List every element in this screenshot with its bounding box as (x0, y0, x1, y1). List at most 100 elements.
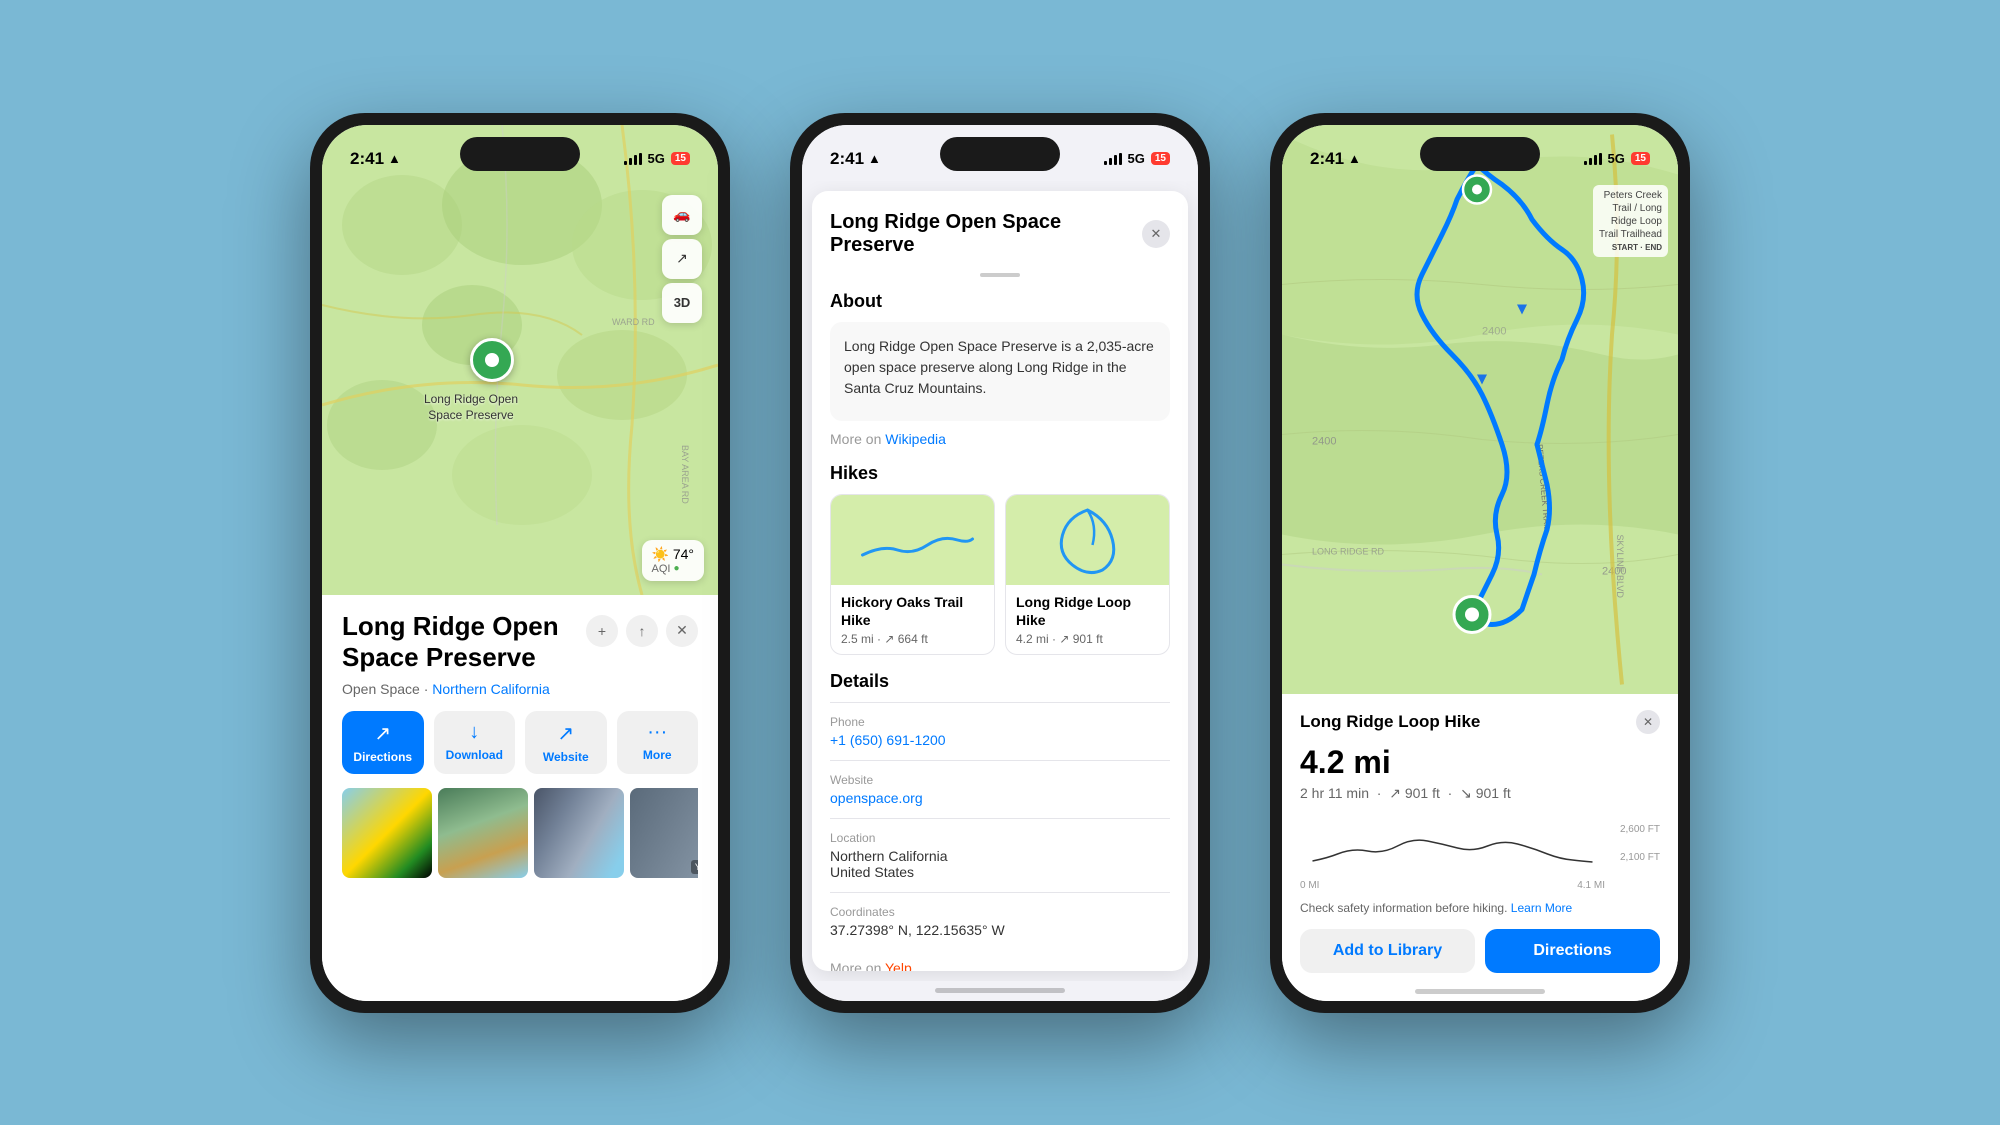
dynamic-island-3 (1420, 137, 1540, 171)
place-title-1: Long Ridge OpenSpace Preserve (342, 611, 586, 673)
details-heading: Details (830, 671, 1170, 692)
safety-note: Check safety information before hiking. … (1300, 901, 1660, 915)
hike-stats-1: 2.5 mi · ↗ 664 ft (841, 632, 984, 646)
download-btn[interactable]: ↓ Download (434, 711, 516, 774)
about-description: Long Ridge Open Space Preserve is a 2,03… (844, 336, 1156, 399)
panel-icons-1[interactable]: + ↑ ✕ (586, 615, 698, 647)
hikes-heading: Hikes (830, 463, 1170, 484)
photo-2[interactable] (438, 788, 528, 878)
place-subtitle-1: Open Space · Northern California (342, 681, 698, 697)
more-btn[interactable]: ··· More (617, 711, 699, 774)
hikes-grid: Hickory Oaks Trail Hike 2.5 mi · ↗ 664 f… (830, 494, 1170, 655)
phones-container: 2:41 ▲ 5G 15 (310, 113, 1690, 1013)
hike-info-1: Hickory Oaks Trail Hike 2.5 mi · ↗ 664 f… (831, 585, 994, 654)
photos-row: Yelp (342, 788, 698, 878)
close-btn-1[interactable]: ✕ (666, 615, 698, 647)
map-svg-1: BAY AREA RD WARD RD (322, 125, 718, 595)
elevation-chart: 2,600 FT2,100 FT (1300, 816, 1660, 876)
add-to-library-btn[interactable]: Add to Library (1300, 929, 1475, 973)
peters-creek-label: Peters CreekTrail / LongRidge LoopTrail … (1593, 185, 1668, 257)
website-btn[interactable]: ↗ Website (525, 711, 607, 774)
hike-map-1 (831, 495, 994, 585)
hike-card-2[interactable]: Long Ridge Loop Hike 4.2 mi · ↗ 901 ft (1005, 494, 1170, 655)
hike-name-1: Hickory Oaks Trail Hike (841, 593, 984, 629)
home-indicator-2 (802, 981, 1198, 1001)
hike-directions-btn[interactable]: Directions (1485, 929, 1660, 973)
svg-text:SKYLINE BLVD: SKYLINE BLVD (1615, 534, 1625, 598)
photo-1[interactable] (342, 788, 432, 878)
more-icon: ··· (647, 721, 667, 744)
hike-panel-header: Long Ridge Loop Hike ✕ (1300, 710, 1660, 734)
svg-text:WARD RD: WARD RD (612, 317, 655, 327)
hike-actions: Add to Library Directions (1300, 929, 1660, 973)
about-heading: About (830, 291, 1170, 312)
dynamic-island-1 (460, 137, 580, 171)
battery-2: 15 (1151, 152, 1170, 165)
scroll-indicator (980, 273, 1020, 277)
svg-text:2400: 2400 (1482, 325, 1506, 337)
weather-badge: ☀️ 74° AQI ● (642, 540, 705, 581)
learn-more-link[interactable]: Learn More (1511, 901, 1572, 915)
phone-3: 2:41 ▲ 5G 15 (1270, 113, 1690, 1013)
details-section: Details Phone +1 (650) 691-1200 Website … (830, 671, 1170, 971)
hike-map-2 (1006, 495, 1169, 585)
hike-name-2: Long Ridge Loop Hike (1016, 593, 1159, 629)
location-pin-1 (470, 338, 514, 382)
phone-2: 2:41 ▲ 5G 15 Long Ridge Open Space P (790, 113, 1210, 1013)
add-btn[interactable]: + (586, 615, 618, 647)
home-indicator-3 (1282, 983, 1678, 1001)
map-location-label: Long Ridge OpenSpace Preserve (421, 392, 521, 423)
dynamic-island-2 (940, 137, 1060, 171)
map-area-1[interactable]: 2:41 ▲ 5G 15 (322, 125, 718, 595)
share-btn[interactable]: ↑ (626, 615, 658, 647)
photo-4[interactable]: Yelp (630, 788, 698, 878)
time-2: 2:41 ▲ (830, 149, 881, 169)
photo-3[interactable] (534, 788, 624, 878)
svg-text:LONG RIDGE RD: LONG RIDGE RD (1312, 546, 1385, 556)
time-3: 2:41 ▲ (1310, 149, 1361, 169)
svg-text:BAY AREA RD: BAY AREA RD (680, 445, 690, 504)
status-icons-2: 5G 15 (1104, 151, 1170, 166)
car-btn[interactable]: 🚗 (662, 195, 702, 235)
sheet-close-btn[interactable]: ✕ (1142, 220, 1170, 248)
hike-card-1[interactable]: Hickory Oaks Trail Hike 2.5 mi · ↗ 664 f… (830, 494, 995, 655)
hike-distance: 4.2 mi (1300, 744, 1660, 781)
map-area-3[interactable]: 2:41 ▲ 5G 15 (1282, 125, 1678, 694)
hike-info-2: Long Ridge Loop Hike 4.2 mi · ↗ 901 ft (1006, 585, 1169, 654)
sheet-header: Long Ridge Open Space Preserve ✕ (830, 211, 1170, 257)
phone-value[interactable]: +1 (650) 691-1200 (830, 732, 1170, 748)
battery-1: 15 (671, 152, 690, 165)
location-row: Location Northern CaliforniaUnited State… (830, 818, 1170, 892)
location-btn[interactable]: ↗ (662, 239, 702, 279)
status-icons-3: 5G 15 (1584, 151, 1650, 166)
action-buttons-1: ↗ Directions ↓ Download ↗ Website ··· Mo… (342, 711, 698, 774)
info-sheet: Long Ridge Open Space Preserve ✕ About L… (812, 191, 1188, 971)
wiki-link-row: More on Wikipedia (830, 431, 1170, 447)
website-row: Website openspace.org (830, 760, 1170, 818)
website-value[interactable]: openspace.org (830, 790, 1170, 806)
location-value: Northern CaliforniaUnited States (830, 848, 1170, 880)
coordinates-row: Coordinates 37.27398° N, 122.15635° W (830, 892, 1170, 950)
map-controls-1[interactable]: 🚗 ↗ 3D (662, 195, 702, 323)
signal-bars-1 (624, 153, 642, 165)
hike-panel-3: Long Ridge Loop Hike ✕ 4.2 mi 2 hr 11 mi… (1282, 694, 1678, 983)
yelp-link[interactable]: Yelp (885, 960, 912, 971)
panel-header-1: Long Ridge OpenSpace Preserve + ↑ ✕ (342, 611, 698, 673)
hike-panel-title: Long Ridge Loop Hike (1300, 712, 1480, 732)
3d-btn[interactable]: 3D (662, 283, 702, 323)
wikipedia-link[interactable]: Wikipedia (885, 431, 946, 447)
hike-meta: 2 hr 11 min · ↗ 901 ft · ↘ 901 ft (1300, 785, 1660, 802)
download-icon: ↓ (469, 721, 479, 744)
elevation-x-labels: 0 MI 4.1 MI (1300, 880, 1660, 891)
website-icon: ↗ (557, 721, 574, 746)
coordinates-value: 37.27398° N, 122.15635° W (830, 922, 1170, 938)
bottom-panel-1: Long Ridge OpenSpace Preserve + ↑ ✕ Open… (322, 595, 718, 1001)
sheet-title: Long Ridge Open Space Preserve (830, 211, 1142, 257)
svg-text:2400: 2400 (1312, 435, 1336, 447)
hike-panel-close-btn[interactable]: ✕ (1636, 710, 1660, 734)
phone-1: 2:41 ▲ 5G 15 (310, 113, 730, 1013)
phone-row: Phone +1 (650) 691-1200 (830, 702, 1170, 760)
status-icons-1: 5G 15 (624, 151, 690, 166)
directions-btn[interactable]: ↗ Directions (342, 711, 424, 774)
battery-3: 15 (1631, 152, 1650, 165)
